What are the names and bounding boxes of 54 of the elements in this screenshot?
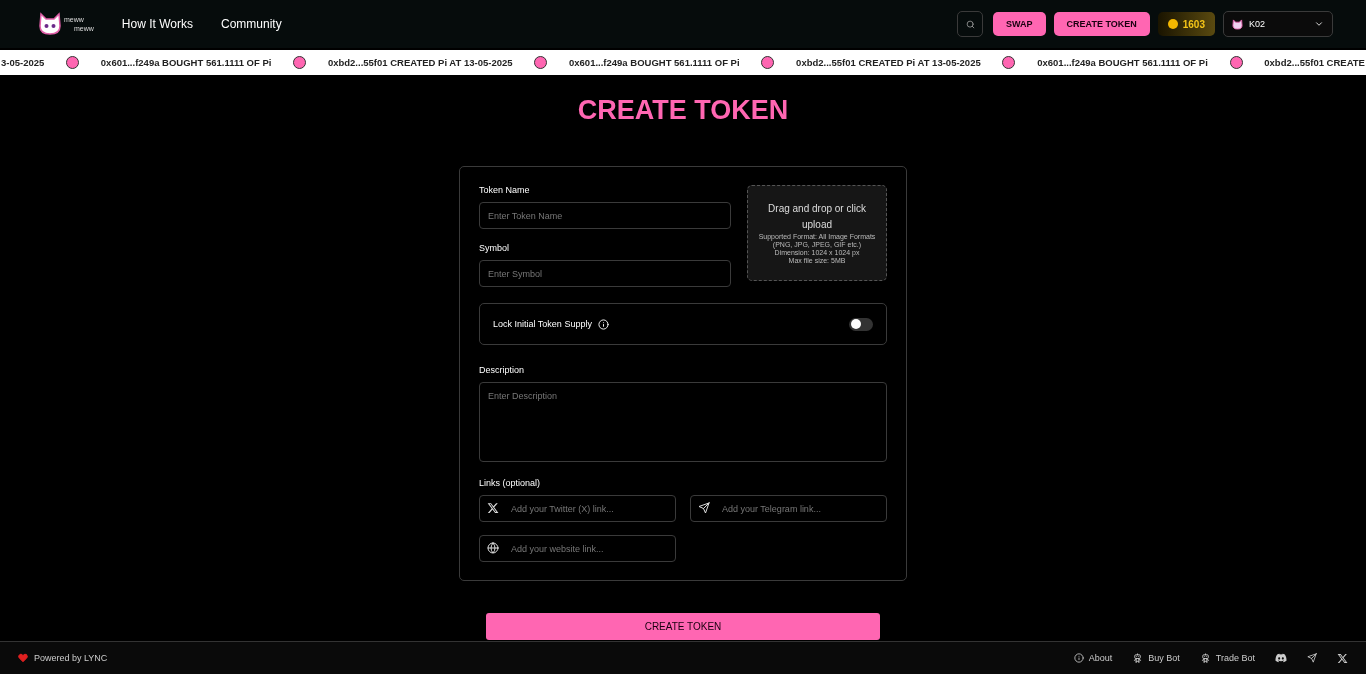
field-label: Links (optional)	[479, 478, 542, 488]
ticker-text: 0xbd2...55f01 CREATE	[1264, 57, 1365, 68]
heart-icon	[18, 653, 28, 663]
search-button[interactable]	[957, 11, 984, 37]
lock-supply-label: Lock Initial Token Supply	[493, 319, 592, 329]
paper-plane-icon[interactable]	[1307, 653, 1317, 663]
field-label: Description	[479, 365, 526, 375]
link-input[interactable]: Add your Twitter (X) link...	[479, 495, 676, 522]
ticker-text: 0xbd2...55f01 CREATED Pi AT 13-05-2025	[796, 57, 981, 68]
ticker-text: 0x601...f249a BOUGHT 561.1111 OF Pi	[569, 57, 740, 68]
info-icon	[1073, 653, 1084, 663]
coin-icon	[1167, 19, 1178, 29]
avatar-dot	[761, 56, 775, 69]
token-name-input[interactable]: Enter Token Name	[479, 202, 731, 229]
paper-plane-icon	[698, 502, 710, 514]
footer-link[interactable]: Trade Bot	[1199, 652, 1255, 664]
robot-icon	[1199, 652, 1211, 664]
ticker-text: 0xbd2...55f01 CREATED Pi AT 13-05-2025	[327, 57, 513, 68]
discord-icon[interactable]	[1275, 652, 1287, 664]
description-input[interactable]: Enter Description	[479, 382, 887, 462]
balance-text: 1603	[1182, 18, 1205, 30]
x-logo-icon[interactable]	[1337, 652, 1348, 664]
search-icon	[965, 19, 975, 29]
ticker-text: 0x601...f249a BOUGHT 561.1111 OF Pi	[100, 57, 272, 68]
info-icon	[597, 318, 609, 330]
account-dropdown[interactable]: K02	[1223, 11, 1333, 37]
nav-link[interactable]: How It Works	[121, 17, 193, 31]
link-input[interactable]: Add your website link...	[479, 535, 676, 562]
avatar-dot	[293, 56, 307, 69]
ticker-text: 3-05-2025	[1, 57, 45, 68]
powered-by-text: Powered by LYNC	[34, 653, 108, 663]
avatar-dot	[1229, 56, 1243, 69]
ticker-text: 0x601...f249a BOUGHT 561.1111 OF Pi	[1037, 57, 1208, 68]
avatar-dot	[66, 56, 80, 69]
swap-button[interactable]: SWAP	[993, 12, 1046, 36]
avatar-dot	[534, 56, 548, 69]
avatar-dot	[1002, 56, 1016, 69]
globe-icon	[487, 542, 499, 554]
cat-logo-icon	[38, 12, 62, 36]
lock-supply-toggle[interactable]	[849, 317, 873, 331]
field-label: Symbol	[479, 243, 510, 253]
footer-link[interactable]: Buy Bot	[1132, 652, 1180, 664]
field-label: Token Name	[479, 185, 531, 195]
link-input[interactable]: Add your Telegram link...	[690, 495, 887, 522]
footer-link[interactable]: About	[1073, 653, 1113, 663]
page-title: CREATE TOKEN	[577, 95, 789, 126]
symbol-input[interactable]: Enter Symbol	[479, 260, 731, 287]
create-token-submit-button[interactable]: CREATE TOKEN	[486, 613, 880, 640]
create-token-button[interactable]: CREATE TOKEN	[1053, 12, 1150, 36]
nav-link[interactable]: Community	[220, 17, 282, 31]
cat-avatar-icon	[1232, 18, 1243, 30]
chevron-down-icon	[1314, 19, 1324, 29]
robot-icon	[1132, 652, 1144, 664]
x-logo-icon	[487, 502, 499, 514]
